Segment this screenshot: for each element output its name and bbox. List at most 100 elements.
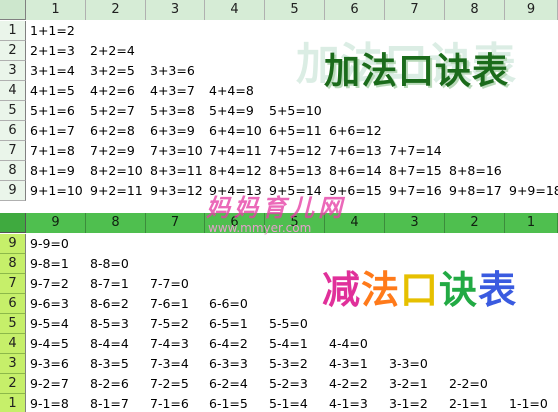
table-cell[interactable]: 7+7=14 [385, 141, 445, 161]
table-cell[interactable]: 4-1=3 [325, 394, 385, 412]
row-header[interactable]: 8 [0, 161, 26, 181]
table-cell[interactable]: 8+1=9 [26, 161, 86, 181]
table-cell[interactable]: 7-3=4 [146, 354, 205, 374]
table-cell[interactable]: 6+1=7 [26, 121, 86, 141]
table-cell[interactable]: 5+3=8 [146, 101, 205, 121]
column-header[interactable]: 8 [445, 0, 505, 20]
row-header[interactable]: 3 [0, 354, 26, 374]
table-cell[interactable]: 8+3=11 [146, 161, 205, 181]
table-cell[interactable]: 6-3=3 [205, 354, 265, 374]
table-cell[interactable]: 9-6=3 [26, 294, 86, 314]
table-cell[interactable]: 9-4=5 [26, 334, 86, 354]
column-header[interactable]: 2 [86, 0, 146, 20]
table-cell[interactable]: 3+2=5 [86, 61, 146, 81]
table-cell[interactable]: 6-5=1 [205, 314, 265, 334]
row-header[interactable]: 5 [0, 314, 26, 334]
row-header[interactable]: 7 [0, 141, 26, 161]
table-cell[interactable]: 5+1=6 [26, 101, 86, 121]
table-cell[interactable]: 2-2=0 [445, 374, 505, 394]
table-cell[interactable]: 9+7=16 [385, 181, 445, 201]
table-cell[interactable]: 9-1=8 [26, 394, 86, 412]
table-cell[interactable]: 5-1=4 [265, 394, 325, 412]
table-cell[interactable]: 4-4=0 [325, 334, 385, 354]
table-cell[interactable]: 7-1=6 [146, 394, 205, 412]
table-cell[interactable]: 9+9=18 [505, 181, 558, 201]
table-cell[interactable]: 8-8=0 [86, 254, 146, 274]
table-cell[interactable]: 7+4=11 [205, 141, 265, 161]
column-header[interactable]: 7 [385, 0, 445, 20]
row-header[interactable]: 4 [0, 334, 26, 354]
table-cell[interactable]: 2+2=4 [86, 41, 146, 61]
table-cell[interactable]: 7+5=12 [265, 141, 325, 161]
column-header[interactable]: 3 [385, 213, 445, 233]
table-cell[interactable]: 8-1=7 [86, 394, 146, 412]
table-cell[interactable]: 8+4=12 [205, 161, 265, 181]
table-cell[interactable]: 8-5=3 [86, 314, 146, 334]
column-header[interactable]: 7 [146, 213, 205, 233]
table-cell[interactable]: 9+8=17 [445, 181, 505, 201]
table-cell[interactable]: 3-3=0 [385, 354, 445, 374]
table-cell[interactable]: 6-2=4 [205, 374, 265, 394]
table-cell[interactable]: 9+3=12 [146, 181, 205, 201]
table-cell[interactable]: 4-2=2 [325, 374, 385, 394]
table-cell[interactable]: 8-2=6 [86, 374, 146, 394]
row-header[interactable]: 8 [0, 254, 26, 274]
table-cell[interactable]: 8-4=4 [86, 334, 146, 354]
row-header[interactable]: 2 [0, 374, 26, 394]
table-cell[interactable]: 6-1=5 [205, 394, 265, 412]
table-cell[interactable]: 8+6=14 [325, 161, 385, 181]
table-cell[interactable]: 8-7=1 [86, 274, 146, 294]
table-cell[interactable]: 9-2=7 [26, 374, 86, 394]
table-cell[interactable]: 4+4=8 [205, 81, 265, 101]
table-cell[interactable]: 3-2=1 [385, 374, 445, 394]
table-cell[interactable]: 6+4=10 [205, 121, 265, 141]
table-cell[interactable]: 5-3=2 [265, 354, 325, 374]
row-header[interactable]: 1 [0, 21, 26, 41]
row-header[interactable]: 9 [0, 181, 26, 201]
table-cell[interactable]: 9-9=0 [26, 234, 86, 254]
table-cell[interactable]: 6-6=0 [205, 294, 265, 314]
table-cell[interactable]: 8+2=10 [86, 161, 146, 181]
table-cell[interactable]: 7+3=10 [146, 141, 205, 161]
column-header[interactable]: 8 [86, 213, 146, 233]
corner-cell[interactable] [0, 213, 26, 233]
table-cell[interactable]: 7-7=0 [146, 274, 205, 294]
table-cell[interactable]: 2-1=1 [445, 394, 505, 412]
row-header[interactable]: 1 [0, 394, 26, 412]
table-cell[interactable]: 6+5=11 [265, 121, 325, 141]
table-cell[interactable]: 5+4=9 [205, 101, 265, 121]
table-cell[interactable]: 5-4=1 [265, 334, 325, 354]
table-cell[interactable]: 9+1=10 [26, 181, 86, 201]
table-cell[interactable]: 7+6=13 [325, 141, 385, 161]
row-header[interactable]: 7 [0, 274, 26, 294]
table-cell[interactable]: 5-2=3 [265, 374, 325, 394]
table-cell[interactable]: 3+3=6 [146, 61, 205, 81]
table-cell[interactable]: 7+1=8 [26, 141, 86, 161]
column-header[interactable]: 3 [146, 0, 205, 20]
table-cell[interactable]: 9-7=2 [26, 274, 86, 294]
table-cell[interactable]: 7-4=3 [146, 334, 205, 354]
column-header[interactable]: 2 [445, 213, 505, 233]
table-cell[interactable]: 4+2=6 [86, 81, 146, 101]
table-cell[interactable]: 8+5=13 [265, 161, 325, 181]
column-header[interactable]: 4 [205, 0, 265, 20]
corner-cell[interactable] [0, 0, 26, 20]
row-header[interactable]: 6 [0, 294, 26, 314]
table-cell[interactable]: 6+2=8 [86, 121, 146, 141]
table-cell[interactable]: 1-1=0 [505, 394, 558, 412]
table-cell[interactable]: 4+1=5 [26, 81, 86, 101]
table-cell[interactable]: 4-3=1 [325, 354, 385, 374]
table-cell[interactable]: 8-6=2 [86, 294, 146, 314]
table-cell[interactable]: 7-2=5 [146, 374, 205, 394]
table-cell[interactable]: 1+1=2 [26, 21, 86, 41]
row-header[interactable]: 6 [0, 121, 26, 141]
column-header[interactable]: 1 [26, 0, 86, 20]
table-cell[interactable]: 7-6=1 [146, 294, 205, 314]
table-cell[interactable]: 5-5=0 [265, 314, 325, 334]
row-header[interactable]: 5 [0, 101, 26, 121]
row-header[interactable]: 4 [0, 81, 26, 101]
row-header[interactable]: 9 [0, 234, 26, 254]
table-cell[interactable]: 9+2=11 [86, 181, 146, 201]
table-cell[interactable]: 6+6=12 [325, 121, 385, 141]
table-cell[interactable]: 5+5=10 [265, 101, 325, 121]
